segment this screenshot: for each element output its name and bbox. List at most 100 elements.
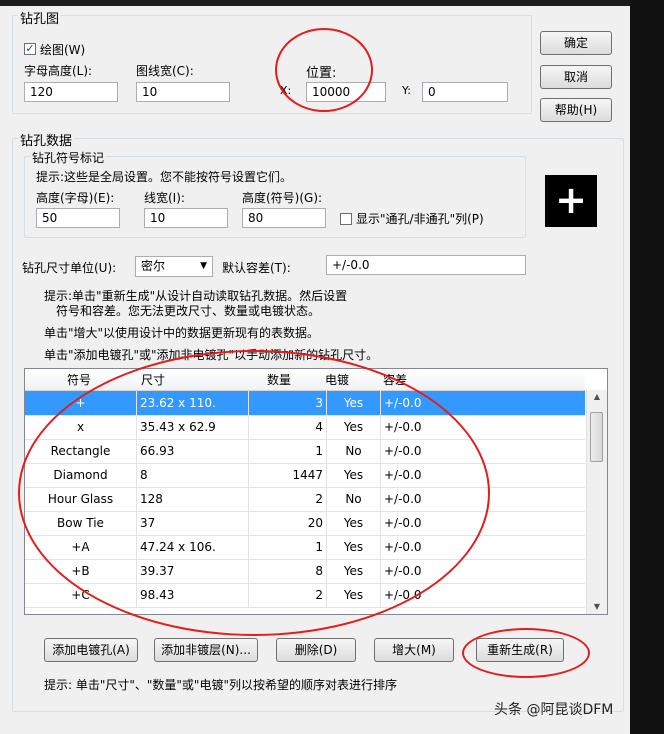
cell-plated: Yes bbox=[327, 415, 381, 439]
draw-checkbox[interactable]: ✓ bbox=[24, 43, 36, 55]
cell-size: 39.37 bbox=[137, 559, 249, 583]
cell-tolerance: +/-0.0 bbox=[384, 564, 422, 578]
symbol-height-input[interactable]: 80 bbox=[242, 208, 326, 228]
cell-symbol: + bbox=[25, 391, 137, 415]
cell-symbol: Rectangle bbox=[25, 439, 137, 463]
show-plated-column-checkbox[interactable] bbox=[340, 213, 352, 225]
cell-symbol: Bow Tie bbox=[25, 511, 137, 535]
cell-plated: Yes bbox=[327, 559, 381, 583]
drill-chart-title: 钻孔图 bbox=[18, 8, 62, 27]
table-row[interactable]: Bow Tie 37 20 Yes +/-0.0 bbox=[25, 511, 585, 536]
cell-tolerance: +/-0.0 bbox=[384, 396, 422, 410]
cell-count: 3 bbox=[249, 391, 327, 415]
default-tolerance-label: 默认容差(T): bbox=[222, 261, 291, 275]
table-row[interactable]: x 35.43 x 62.9 4 Yes +/-0.0 bbox=[25, 415, 585, 440]
column-header-size[interactable]: 尺寸 bbox=[141, 371, 165, 388]
line-width-label: 图线宽(C): bbox=[136, 64, 194, 78]
cell-size: 23.62 x 110. bbox=[137, 391, 249, 415]
cell-count: 20 bbox=[249, 511, 327, 535]
drill-data-title: 钻孔数据 bbox=[18, 130, 75, 149]
cell-tolerance: +/-0.0 bbox=[384, 444, 422, 458]
cell-size: 47.24 x 106. bbox=[137, 535, 249, 559]
column-header-symbol[interactable]: 符号 bbox=[67, 371, 91, 388]
sort-hint: 提示: 单击"尺寸"、"数量"或"电镀"列以按希望的顺序对表进行排序 bbox=[44, 678, 397, 692]
cell-symbol: +C bbox=[25, 583, 137, 607]
cell-plated: No bbox=[327, 439, 381, 463]
cell-count: 2 bbox=[249, 487, 327, 511]
cell-count: 1 bbox=[249, 439, 327, 463]
dropdown-arrow-icon: ▼ bbox=[200, 261, 207, 271]
table-row[interactable]: +C 98.43 2 Yes +/-0.0 bbox=[25, 583, 585, 608]
cell-tolerance: +/-0.0 bbox=[384, 492, 422, 506]
table-row[interactable]: Rectangle 66.93 1 No +/-0.0 bbox=[25, 439, 585, 464]
table-row[interactable]: Diamond 8 1447 Yes +/-0.0 bbox=[25, 463, 585, 488]
cell-symbol: +B bbox=[25, 559, 137, 583]
watermark: 头条 @阿昆谈DFM bbox=[494, 702, 614, 718]
table-row[interactable]: Hour Glass 128 2 No +/-0.0 bbox=[25, 487, 585, 512]
cell-tolerance: +/-0.0 bbox=[384, 468, 422, 482]
cell-tolerance: +/-0.0 bbox=[384, 420, 422, 434]
cell-plated: Yes bbox=[327, 511, 381, 535]
column-header-tolerance[interactable]: 容差 bbox=[383, 371, 407, 388]
scroll-up-arrow-icon[interactable]: ▲ bbox=[587, 392, 607, 401]
add-plated-hole-button[interactable]: 添加电镀孔(A) bbox=[44, 638, 138, 662]
position-x-input[interactable]: 10000 bbox=[306, 82, 386, 102]
table-vertical-scrollbar[interactable]: ▲ ▼ bbox=[586, 390, 607, 614]
cell-size: 98.43 bbox=[137, 583, 249, 607]
scrollbar-thumb[interactable] bbox=[590, 412, 603, 462]
drill-unit-select[interactable]: 密尔 ▼ bbox=[135, 256, 213, 277]
cell-plated: Yes bbox=[327, 583, 381, 607]
cell-count: 8 bbox=[249, 559, 327, 583]
table-row[interactable]: +A 47.24 x 106. 1 Yes +/-0.0 bbox=[25, 535, 585, 560]
cell-symbol: Hour Glass bbox=[25, 487, 137, 511]
position-y-input[interactable]: 0 bbox=[422, 82, 508, 102]
drill-unit-value: 密尔 bbox=[141, 259, 166, 273]
cell-plated: Yes bbox=[327, 391, 381, 415]
show-plated-column-label: 显示"通孔/非通孔"列(P) bbox=[356, 212, 484, 226]
cell-size: 8 bbox=[137, 463, 249, 487]
cell-tolerance: +/-0.0 bbox=[384, 516, 422, 530]
position-label: 位置: bbox=[306, 66, 337, 81]
symbol-height-label: 高度(符号)(G): bbox=[242, 191, 323, 205]
help-button[interactable]: 帮助(H) bbox=[540, 98, 612, 122]
cell-count: 1 bbox=[249, 535, 327, 559]
cell-symbol: +A bbox=[25, 535, 137, 559]
cell-count: 4 bbox=[249, 415, 327, 439]
cell-symbol: Diamond bbox=[25, 463, 137, 487]
drill-table[interactable]: 符号 尺寸 数量 电镀 容差 + 23.62 x 110. 3 Yes +/-0… bbox=[24, 368, 608, 615]
cell-count: 1447 bbox=[249, 463, 327, 487]
char-height-input[interactable]: 120 bbox=[24, 82, 118, 102]
cell-size: 66.93 bbox=[137, 439, 249, 463]
add-nonplated-hole-button[interactable]: 添加非镀层(N)... bbox=[154, 638, 258, 662]
hint-line-3: 单击"增大"以使用设计中的数据更新现有的表数据。 bbox=[44, 326, 320, 340]
column-header-count[interactable]: 数量 bbox=[267, 371, 291, 388]
regenerate-button[interactable]: 重新生成(R) bbox=[476, 638, 564, 662]
scroll-down-arrow-icon[interactable]: ▼ bbox=[587, 602, 607, 611]
cell-size: 37 bbox=[137, 511, 249, 535]
table-row[interactable]: + 23.62 x 110. 3 Yes +/-0.0 bbox=[25, 391, 585, 416]
table-row[interactable]: +B 39.37 8 Yes +/-0.0 bbox=[25, 559, 585, 584]
cell-tolerance: +/-0.0 bbox=[384, 540, 422, 554]
position-x-label: X: bbox=[280, 84, 292, 97]
cell-count: 2 bbox=[249, 583, 327, 607]
cell-tolerance: +/-0.0 bbox=[384, 588, 422, 602]
line-width-input[interactable]: 10 bbox=[136, 82, 230, 102]
symbol-line-width-input[interactable]: 10 bbox=[144, 208, 228, 228]
cancel-button[interactable]: 取消 bbox=[540, 65, 612, 89]
symbol-line-width-label: 线宽(I): bbox=[144, 191, 185, 205]
drill-table-header: 符号 尺寸 数量 电镀 容差 bbox=[25, 369, 585, 391]
hint-line-2: 符号和容差。您无法更改尺寸、数量或电镀状态。 bbox=[56, 304, 321, 318]
cell-symbol: x bbox=[25, 415, 137, 439]
enlarge-button[interactable]: 增大(M) bbox=[374, 638, 454, 662]
column-header-plated[interactable]: 电镀 bbox=[325, 371, 349, 388]
window-right-edge bbox=[630, 0, 664, 734]
symbol-char-height-input[interactable]: 50 bbox=[36, 208, 120, 228]
cell-plated: Yes bbox=[327, 535, 381, 559]
default-tolerance-input[interactable]: +/-0.0 bbox=[326, 255, 526, 275]
position-y-label: Y: bbox=[402, 84, 411, 97]
delete-button[interactable]: 删除(D) bbox=[276, 638, 356, 662]
ok-button[interactable]: 确定 bbox=[540, 31, 612, 55]
cell-plated: No bbox=[327, 487, 381, 511]
window-top-edge bbox=[0, 0, 664, 6]
hint-line-4: 单击"添加电镀孔"或"添加非电镀孔"以手动添加新的钻孔尺寸。 bbox=[44, 348, 379, 362]
